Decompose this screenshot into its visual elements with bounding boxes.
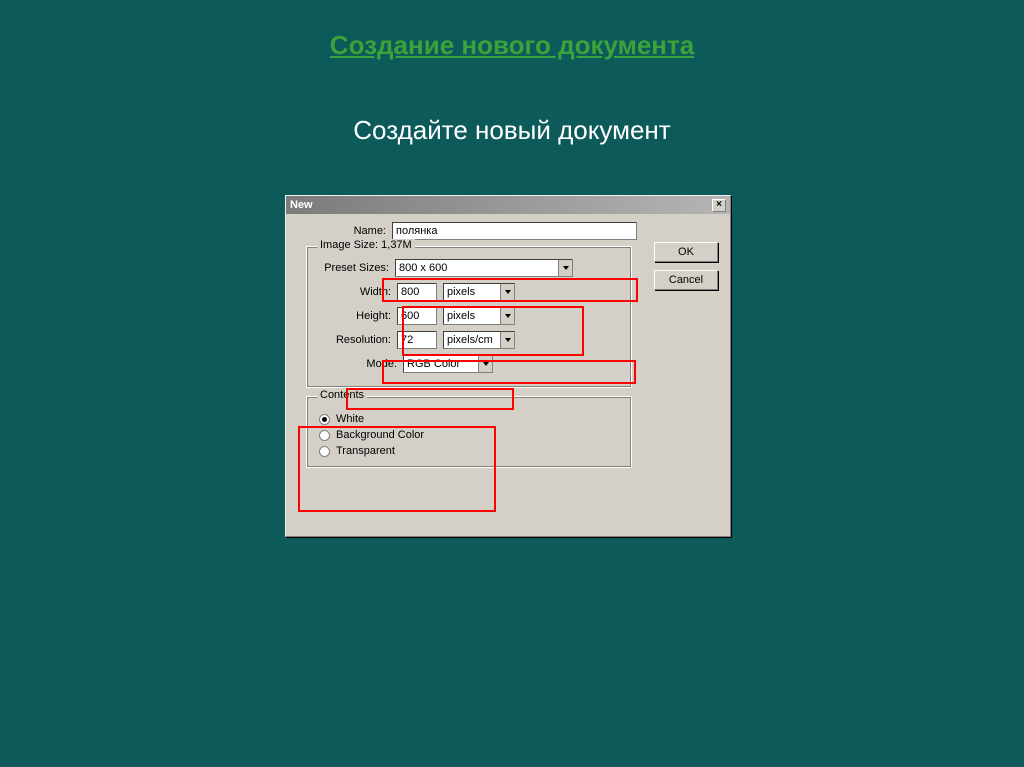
resolution-label: Resolution: (327, 334, 397, 346)
contents-white-option[interactable]: White (319, 413, 623, 425)
new-document-dialog: New × Name: Image Size: 1,37M Preset Siz… (285, 195, 731, 537)
name-input[interactable] (392, 222, 637, 240)
highlight-mode (346, 388, 514, 410)
dialog-titlebar: New × (286, 196, 730, 214)
slide-subtitle: Создайте новый документ (0, 115, 1024, 146)
preset-row: Preset Sizes: 800 x 600 (315, 259, 623, 277)
preset-label: Preset Sizes: (315, 262, 395, 274)
highlight-contents (298, 426, 496, 512)
image-size-legend: Image Size: 1,37M (317, 239, 415, 251)
preset-value: 800 x 600 (399, 262, 447, 274)
close-button[interactable]: × (712, 199, 726, 212)
radio-icon (319, 414, 330, 425)
highlight-dimensions (402, 306, 584, 356)
cancel-button[interactable]: Cancel (654, 270, 718, 290)
highlight-preset (382, 278, 638, 302)
name-row: Name: (334, 222, 722, 240)
height-label: Height: (343, 310, 397, 322)
contents-white-label: White (336, 413, 364, 425)
slide-title: Создание нового документа (0, 30, 1024, 61)
name-label: Name: (334, 225, 392, 237)
chevron-down-icon (558, 260, 572, 276)
highlight-resolution (382, 360, 636, 384)
dialog-title: New (290, 199, 313, 211)
ok-button[interactable]: OK (654, 242, 718, 262)
preset-select[interactable]: 800 x 600 (395, 259, 573, 277)
